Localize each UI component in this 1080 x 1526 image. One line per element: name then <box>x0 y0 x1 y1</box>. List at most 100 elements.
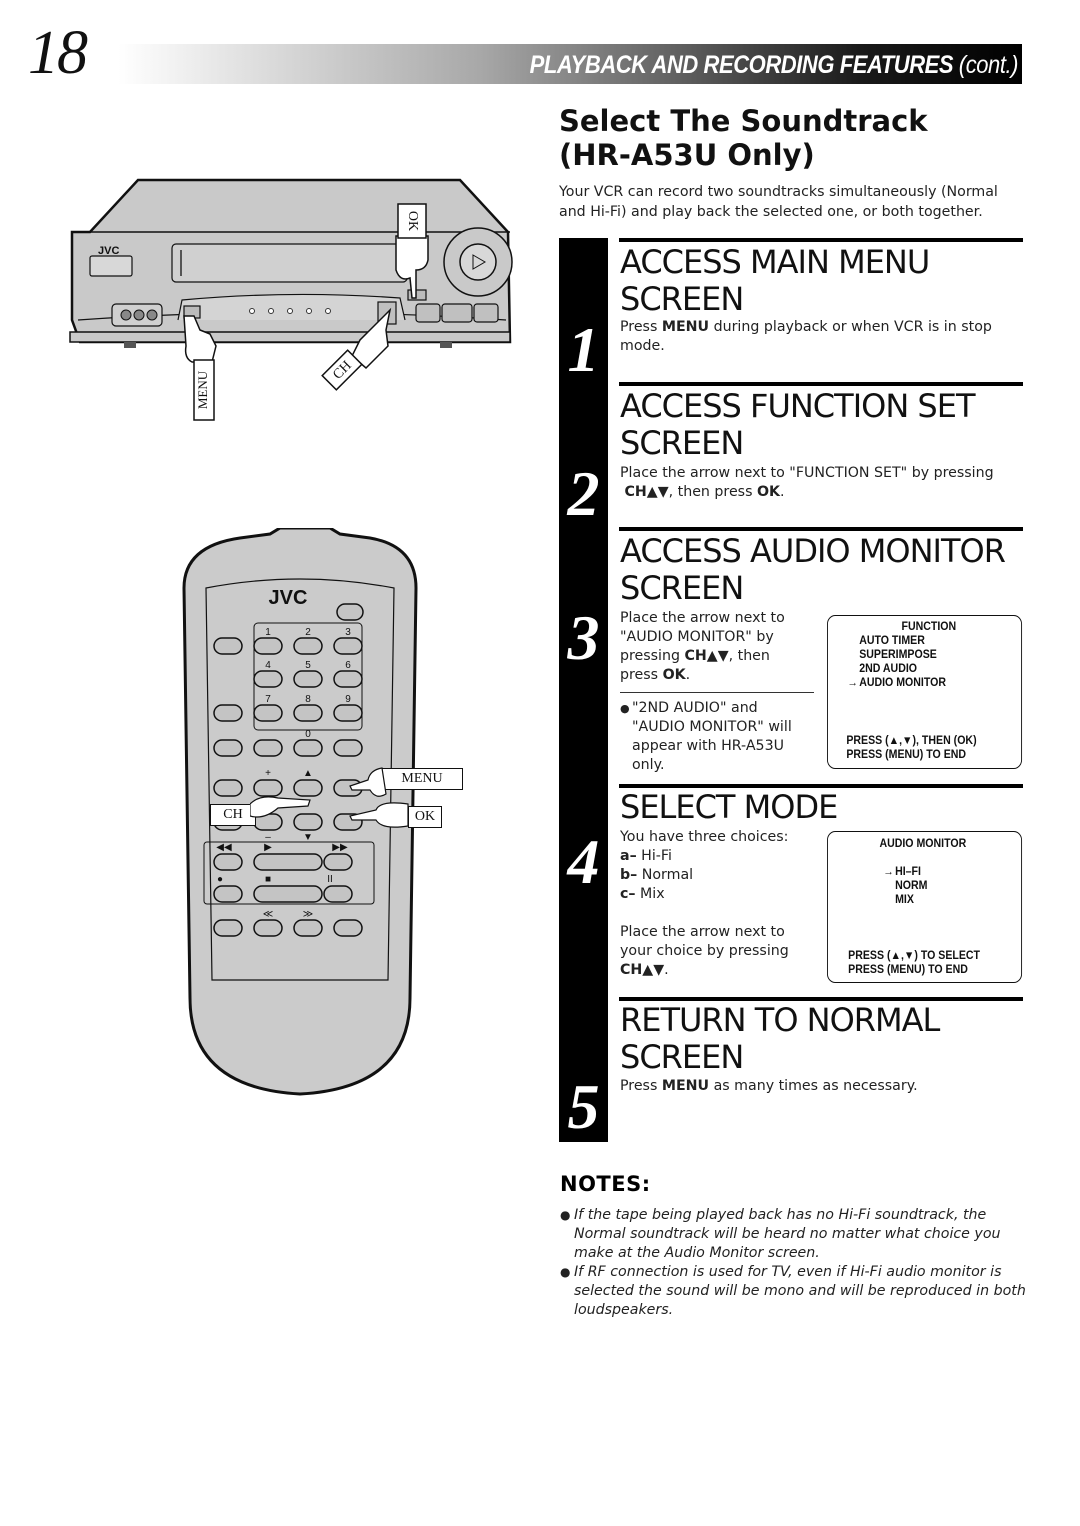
label-menu-vcr: MENU <box>195 370 210 409</box>
step-3-note: ● "2ND AUDIO" and "AUDIO MONITOR" will ap… <box>620 700 792 773</box>
step-1-heading: ACCESS MAIN MENU SCREEN <box>620 244 930 318</box>
number-key-label-4: 4 <box>265 660 271 671</box>
notes-title: NOTES: <box>560 1172 651 1196</box>
play-button-vcr[interactable] <box>459 243 497 281</box>
header-title-suffix: (cont.) <box>958 51 1019 79</box>
side-button-2[interactable] <box>213 704 243 722</box>
osd-option-norm: NORM <box>895 880 928 892</box>
step-number-1: 1 <box>567 314 600 385</box>
stop-label: ■ <box>265 874 271 885</box>
number-key-label-8: 8 <box>305 694 311 705</box>
pause-button-vcr[interactable] <box>473 303 499 323</box>
side-button-1[interactable] <box>213 637 243 655</box>
osd-item-superimpose: SUPERIMPOSE <box>859 649 937 661</box>
section-title-line2: (HR-A53U Only) <box>559 138 815 172</box>
hand-pointer-menu-remote <box>349 767 387 797</box>
number-key-2[interactable] <box>293 637 323 655</box>
osd-item-2nd-audio: 2ND AUDIO <box>859 663 918 675</box>
number-key-0[interactable] <box>293 739 323 757</box>
number-key-7[interactable] <box>253 704 283 722</box>
skip-back-button[interactable] <box>253 919 283 937</box>
remote-brand-logo: JVC <box>269 587 308 609</box>
fast-forward-button[interactable] <box>323 853 353 871</box>
choice-a: a– Hi-Fi <box>620 848 672 864</box>
section-intro: Your VCR can record two soundtracks simu… <box>559 184 998 220</box>
stop-eject-button-vcr[interactable] <box>441 303 473 323</box>
osd-option-mix: MIX <box>895 894 914 906</box>
number-key-label-0: 0 <box>305 729 311 740</box>
step-5-heading-line2: SCREEN <box>620 1038 744 1076</box>
side-button-3[interactable] <box>213 739 243 757</box>
step-1-body: Press MENU during playback or when VCR i… <box>620 319 992 354</box>
step-4-body: You have three choices: a– Hi-Fi b– Norm… <box>620 828 820 980</box>
step-4-heading: SELECT MODE <box>620 788 838 826</box>
skip-forward-button[interactable] <box>293 919 323 937</box>
step-number-4: 4 <box>567 826 600 897</box>
osd-option-hifi: HI–FI <box>895 866 921 878</box>
osd-arrow-icon: → <box>847 677 858 689</box>
osd-footer-2: PRESS (MENU) TO END <box>848 964 968 976</box>
bottom-button-1[interactable] <box>213 919 243 937</box>
record-button[interactable] <box>213 885 243 903</box>
osd-function-title: FUNCTION <box>901 621 957 633</box>
step-2-heading-line2: SCREEN <box>620 424 744 462</box>
fast-forward-label: ▶▶ <box>332 842 348 853</box>
power-button[interactable] <box>336 603 364 621</box>
step-3-heading: ACCESS AUDIO MONITOR SCREEN <box>620 532 1006 607</box>
osd-function-screen: FUNCTION AUTO TIMER SUPERIMPOSE 2ND AUDI… <box>827 615 1023 769</box>
step-2-rule <box>619 382 1023 386</box>
number-key-label-9: 9 <box>345 694 351 705</box>
number-key-5[interactable] <box>293 670 323 688</box>
note-item-2: ● If RF connection is used for TV, even … <box>560 1264 1026 1318</box>
vcr-illustration: JVC OK MENU CH <box>69 178 513 421</box>
choice-c: c– Mix <box>620 886 665 902</box>
rewind-button[interactable] <box>213 853 243 871</box>
header-title-main: PLAYBACK AND RECORDING FEATURES <box>529 51 954 79</box>
number-key-1[interactable] <box>253 637 283 655</box>
choice-b: b– Normal <box>620 867 694 883</box>
osd-arrow-icon: → <box>883 866 894 878</box>
step-5-heading: RETURN TO NORMAL SCREEN <box>620 1001 940 1076</box>
side-button-5[interactable] <box>333 739 363 757</box>
side-button-4[interactable] <box>253 739 283 757</box>
section-title: Select The Soundtrack (HR-A53U Only) <box>559 104 1039 172</box>
number-key-label-1: 1 <box>265 627 271 638</box>
step-5-heading-line1: RETURN TO NORMAL <box>620 1001 940 1039</box>
number-key-8[interactable] <box>293 704 323 722</box>
cassette-slot <box>171 243 408 283</box>
number-key-label-6: 6 <box>345 660 351 671</box>
osd-footer-1: PRESS (▲,▼), THEN (OK) <box>846 735 977 747</box>
number-key-6[interactable] <box>333 670 363 688</box>
stop-button-remote[interactable] <box>253 885 323 903</box>
number-key-label-2: 2 <box>305 627 311 638</box>
menu-key-ref: MENU <box>661 319 710 335</box>
rewind-label: ◀◀ <box>216 842 232 853</box>
play-label: ▶ <box>264 842 272 853</box>
rec-button-vcr[interactable] <box>415 303 441 323</box>
play-button-remote[interactable] <box>253 853 323 871</box>
note-item-1: ● If the tape being played back has no H… <box>560 1207 1001 1261</box>
osd-item-auto-timer: AUTO TIMER <box>859 635 925 647</box>
page-number: 18 <box>28 19 88 87</box>
number-key-label-5: 5 <box>305 660 311 671</box>
step-number-3: 3 <box>567 602 600 673</box>
osd-footer-2: PRESS (MENU) TO END <box>846 749 967 761</box>
bottom-button-2[interactable] <box>333 919 363 937</box>
step-number-2: 2 <box>567 458 600 529</box>
number-key-label-7: 7 <box>265 694 271 705</box>
number-key-9[interactable] <box>333 704 363 722</box>
step-2-heading-line1: ACCESS FUNCTION SET <box>620 387 975 425</box>
side-button-6[interactable] <box>213 779 243 797</box>
number-key-3[interactable] <box>333 637 363 655</box>
step-3-heading-line1: ACCESS AUDIO MONITOR <box>620 532 1006 570</box>
step-1-rule <box>619 238 1023 242</box>
pause-button-remote[interactable] <box>323 885 353 903</box>
vcr-brand-logo: JVC <box>98 245 119 257</box>
record-label: ● <box>217 874 223 885</box>
step-number-5: 5 <box>567 1071 600 1142</box>
number-key-4[interactable] <box>253 670 283 688</box>
section-title-line1: Select The Soundtrack <box>559 104 928 138</box>
header-title: PLAYBACK AND RECORDING FEATURES (cont.) <box>529 44 1019 84</box>
step-3-divider <box>620 692 814 693</box>
step-2-body: Place the arrow next to "FUNCTION SET" b… <box>620 465 994 500</box>
